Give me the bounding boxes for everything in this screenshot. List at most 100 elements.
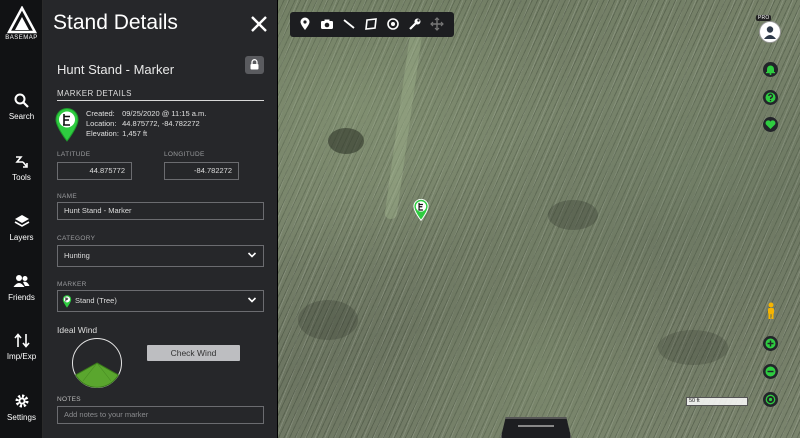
check-wind-button[interactable]: Check Wind (147, 345, 240, 361)
map-pin-icon (300, 17, 310, 30)
nav-settings-label: Settings (7, 413, 36, 422)
map-scale-label: 50 ft (689, 398, 700, 404)
import-export-icon (13, 333, 30, 348)
lock-icon (250, 59, 259, 70)
chevron-down-icon (247, 252, 257, 258)
nav-layers[interactable]: Layers (0, 214, 43, 242)
line-icon (343, 19, 355, 29)
logo-text: BASEMAP (5, 35, 38, 41)
move-tool[interactable] (430, 17, 444, 31)
camera-tool[interactable] (320, 17, 334, 31)
map-stand-marker[interactable] (413, 198, 429, 226)
notes-field[interactable]: Add notes to your marker (57, 406, 264, 424)
map-dark-patch (328, 128, 364, 154)
wind-dial[interactable] (71, 337, 123, 394)
target-tool[interactable] (386, 17, 400, 31)
search-icon (14, 93, 29, 108)
latitude-field[interactable]: 44.875772 (57, 162, 132, 180)
lock-button[interactable] (245, 56, 264, 74)
category-label: CATEGORY (57, 235, 96, 242)
location-value: 44.875772, -84.782272 (122, 119, 200, 128)
marker-details-heading: MARKER DETAILS (57, 89, 264, 101)
wrench-tool[interactable] (408, 17, 422, 31)
name-field[interactable]: Hunt Stand - Marker (57, 202, 264, 220)
elevation-label: Elevation: (86, 129, 119, 138)
elevation-value: 1,457 ft (122, 129, 148, 138)
plus-icon (765, 338, 776, 349)
user-avatar-icon (764, 26, 776, 39)
stand-marker-map-icon (413, 198, 429, 222)
marker-value: Stand (Tree) (75, 296, 117, 305)
ideal-wind-label: Ideal Wind (57, 325, 98, 335)
stand-details-panel: Stand Details Hunt Stand - Marker MARKER… (43, 0, 277, 438)
nav-layers-label: Layers (9, 233, 34, 242)
camera-icon (321, 19, 333, 29)
basemap-logo-icon (6, 6, 37, 34)
map-dark-patch (658, 330, 728, 365)
longitude-label: LONGITUDE (164, 151, 205, 158)
panel-title: Stand Details (53, 11, 178, 34)
move-icon (430, 17, 444, 31)
map-trail (384, 20, 424, 220)
map-toolbar (290, 12, 454, 37)
profile-button[interactable] (759, 21, 781, 43)
nav-import-export-label: Imp/Exp (6, 352, 37, 361)
chevron-down-icon (247, 297, 257, 303)
street-view-pegman[interactable] (766, 302, 776, 325)
nav-search[interactable]: Search (0, 93, 43, 121)
alerts-button[interactable] (763, 62, 778, 77)
tools-icon (15, 156, 28, 168)
drawer-grip (518, 425, 554, 427)
longitude-field[interactable]: -84.782272 (164, 162, 239, 180)
satellite-map[interactable] (278, 0, 800, 438)
category-value: Hunting (64, 251, 90, 260)
friends-icon (13, 275, 30, 287)
nav-friends-label: Friends (8, 293, 35, 302)
minus-icon (765, 366, 776, 377)
created-label: Created: (86, 109, 115, 118)
stand-marker-small-icon (62, 294, 72, 308)
created-value: 09/25/2020 @ 11:15 a.m. (122, 109, 207, 118)
left-nav: BASEMAP Search Tools Layers Friends Imp/… (0, 0, 43, 438)
polygon-icon (365, 18, 377, 30)
help-icon (765, 92, 776, 103)
line-tool[interactable] (342, 17, 356, 31)
my-location-button[interactable] (763, 392, 778, 407)
location-label: Location: (86, 119, 117, 128)
close-button[interactable] (249, 14, 269, 34)
map-dark-patch (298, 300, 358, 340)
name-label: NAME (57, 193, 77, 200)
bell-icon (766, 65, 775, 75)
nav-settings[interactable]: Settings (0, 393, 43, 422)
help-button[interactable] (763, 90, 778, 105)
nav-tools[interactable]: Tools (0, 154, 43, 182)
close-icon (251, 16, 267, 32)
polygon-tool[interactable] (364, 17, 378, 31)
zoom-out-button[interactable] (763, 364, 778, 379)
zoom-in-button[interactable] (763, 336, 778, 351)
map-scale: 50 ft (686, 397, 748, 406)
basemap-logo[interactable]: BASEMAP (0, 6, 43, 56)
target-icon (387, 18, 399, 30)
bottom-drawer-handle[interactable] (500, 417, 572, 438)
layers-icon (14, 215, 29, 227)
pegman-icon (768, 302, 774, 319)
stand-name: Hunt Stand - Marker (57, 62, 175, 77)
nav-tools-label: Tools (12, 173, 31, 182)
gear-icon (15, 394, 28, 408)
marker-label: MARKER (57, 281, 87, 288)
wrench-icon (409, 18, 421, 30)
nav-friends[interactable]: Friends (0, 274, 43, 302)
marker-select[interactable]: Stand (Tree) (57, 290, 264, 312)
nav-import-export[interactable]: Imp/Exp (0, 333, 43, 361)
nav-search-label: Search (8, 112, 35, 121)
favorites-button[interactable] (763, 117, 778, 132)
map-pin-tool[interactable] (298, 17, 312, 31)
heart-icon (765, 120, 776, 129)
latitude-label: LATITUDE (57, 151, 91, 158)
map-dark-patch (548, 200, 598, 230)
category-select[interactable]: Hunting (57, 245, 264, 267)
notes-label: NOTES (57, 396, 81, 403)
location-target-icon (765, 394, 776, 405)
stand-marker-icon (55, 108, 79, 147)
